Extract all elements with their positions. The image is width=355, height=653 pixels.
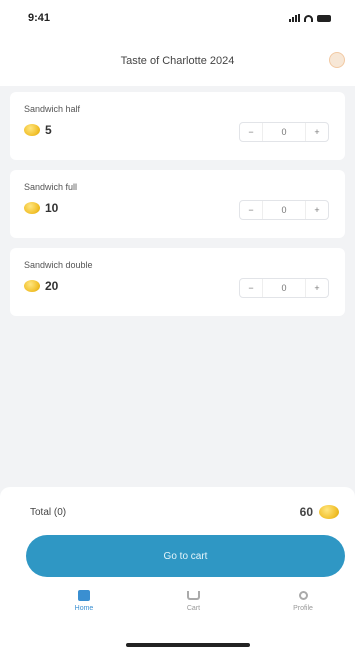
- tab-label: Profile: [293, 605, 313, 612]
- go-to-cart-button[interactable]: Go to cart: [26, 535, 345, 577]
- profile-icon: [296, 589, 310, 601]
- decrement-button[interactable]: −: [240, 127, 262, 137]
- coin-icon: [24, 124, 40, 136]
- quantity-value[interactable]: 0: [262, 123, 306, 141]
- item-price: 20: [45, 279, 59, 293]
- coin-icon: [24, 202, 40, 214]
- list-item: Sandwich full 10 − 0 +: [10, 170, 345, 238]
- status-icons: [289, 14, 331, 22]
- home-icon: [77, 589, 91, 601]
- item-price: 10: [45, 201, 59, 215]
- wifi-icon: [304, 14, 313, 22]
- total-amount: 60: [300, 505, 339, 519]
- home-indicator: [126, 643, 250, 647]
- checkout-panel: Total (0) 60 Go to cart Home Cart Profil…: [0, 487, 355, 653]
- total-value: 60: [299, 505, 313, 519]
- tab-label: Cart: [186, 605, 201, 612]
- total-row: Total (0) 60: [0, 487, 355, 519]
- item-price: 5: [45, 123, 52, 137]
- status-bar: 9:41: [0, 0, 355, 36]
- page-title: Taste of Charlotte 2024: [120, 55, 235, 67]
- tab-profile[interactable]: Profile: [283, 589, 323, 612]
- header-action-icon[interactable]: [329, 52, 345, 68]
- increment-button[interactable]: +: [306, 127, 328, 137]
- tab-bar: Home Cart Profile: [0, 577, 355, 612]
- app-screen: 9:41 Taste of Charlotte 2024 Sandwich ha…: [0, 0, 355, 653]
- cart-icon: [187, 589, 201, 601]
- item-name: Sandwich full: [24, 182, 78, 192]
- quantity-stepper: − 0 +: [239, 200, 329, 220]
- tab-cart[interactable]: Cart: [174, 589, 214, 612]
- quantity-value[interactable]: 0: [262, 201, 306, 219]
- battery-icon: [317, 14, 331, 22]
- item-name: Sandwich half: [24, 104, 81, 114]
- quantity-stepper: − 0 +: [239, 278, 329, 298]
- quantity-stepper: − 0 +: [239, 122, 329, 142]
- increment-button[interactable]: +: [306, 205, 328, 215]
- header: Taste of Charlotte 2024: [0, 36, 355, 86]
- quantity-value[interactable]: 0: [262, 279, 306, 297]
- increment-button[interactable]: +: [306, 283, 328, 293]
- signal-icon: [289, 14, 300, 22]
- item-name: Sandwich double: [24, 260, 93, 270]
- list-item: Sandwich double 20 − 0 +: [10, 248, 345, 316]
- coin-icon: [24, 280, 40, 292]
- total-label: Total (0): [30, 506, 67, 518]
- tab-home[interactable]: Home: [64, 589, 104, 612]
- decrement-button[interactable]: −: [240, 205, 262, 215]
- status-time: 9:41: [28, 12, 51, 24]
- tab-label: Home: [74, 605, 94, 612]
- coin-icon: [319, 505, 339, 519]
- list-item: Sandwich half 5 − 0 +: [10, 92, 345, 160]
- item-list: Sandwich half 5 − 0 + Sandwich full 10 −…: [0, 86, 355, 316]
- decrement-button[interactable]: −: [240, 283, 262, 293]
